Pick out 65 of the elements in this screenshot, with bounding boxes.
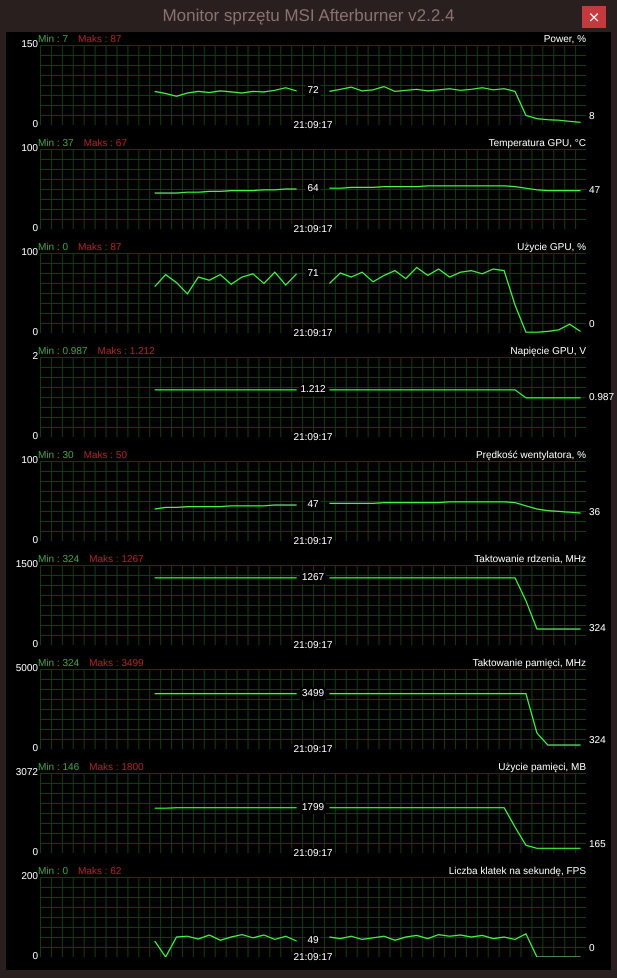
close-button[interactable]: × (582, 6, 606, 28)
graph-title: Liczba klatek na sekundę, FPS (448, 866, 586, 876)
current-value: 324 (589, 734, 606, 747)
graph-title: Temperatura GPU, °C (488, 138, 586, 148)
min-reading: Min : 0.987 (38, 346, 88, 356)
axis-label: 5000 (16, 663, 38, 675)
min-reading: Min : 30 (38, 450, 74, 460)
max-reading: Maks : 87 (78, 242, 122, 252)
max-reading: Maks : 1.212 (97, 346, 155, 356)
graph-title: Taktowanie rdzenia, MHz (474, 554, 586, 564)
graph-title: Prędkość wentylatora, % (476, 450, 586, 460)
axis-label: 3072 (16, 767, 38, 779)
axis-label: 0 (32, 431, 38, 443)
max-reading: Maks : 1800 (89, 762, 144, 772)
current-value: 0 (589, 318, 595, 331)
graph-title: Napięcie GPU, V (510, 346, 586, 356)
graph-title: Użycie GPU, % (517, 242, 586, 252)
value-label: 1267 (300, 570, 326, 584)
min-reading: Min : 324 (38, 658, 80, 668)
value-label: 72 (305, 84, 321, 97)
graph-title: Taktowanie pamięci, MHz (472, 658, 586, 668)
min-reading: Min : 7 (38, 34, 68, 44)
axis-label: 0 (32, 639, 38, 651)
max-reading: Maks : 3499 (89, 658, 144, 668)
value-label: 3499 (300, 686, 326, 700)
value-label: 64 (305, 182, 321, 195)
axis-label: 2 (32, 351, 38, 363)
max-reading: Maks : 50 (84, 450, 127, 460)
axis-label: 100 (21, 143, 38, 155)
min-reading: Min : 324 (38, 554, 80, 564)
max-reading: Maks : 87 (78, 34, 122, 44)
axis-label: 0 (32, 743, 38, 755)
value-label: 49 (305, 934, 321, 947)
axis-label: 150 (21, 39, 38, 51)
current-value: 165 (589, 838, 606, 851)
value-label: 1.212 (298, 382, 328, 396)
graph-title: Użycie pamięci, MB (498, 762, 586, 772)
axis-label: 1500 (16, 559, 38, 571)
current-value: 36 (589, 506, 600, 519)
axis-label: 200 (21, 871, 38, 883)
min-reading: Min : 0 (38, 242, 68, 252)
max-reading: Maks : 62 (78, 866, 122, 876)
current-value: 0.987 (589, 390, 614, 404)
current-value: 47 (589, 184, 600, 197)
min-reading: Min : 146 (38, 762, 80, 772)
value-label: 71 (305, 266, 321, 280)
axis-label: 0 (32, 847, 38, 859)
min-reading: Min : 37 (38, 138, 74, 148)
current-value: 0 (589, 942, 595, 955)
current-value: 324 (589, 622, 606, 635)
axis-label: 100 (21, 455, 38, 467)
graph-title: Power, % (544, 34, 586, 44)
current-value: 8 (589, 110, 595, 123)
axis-label: 100 (21, 247, 38, 259)
axis-label: 0 (32, 951, 38, 963)
window-title: Monitor sprzętu MSI Afterburner v2.2.4 (162, 6, 454, 26)
max-reading: Maks : 67 (84, 138, 127, 148)
axis-label: 0 (32, 535, 38, 547)
axis-label: 0 (32, 119, 38, 131)
axis-label: 0 (32, 223, 38, 235)
axis-label: 0 (32, 327, 38, 339)
value-label: 1799 (300, 800, 326, 814)
max-reading: Maks : 1267 (89, 554, 144, 564)
value-label: 47 (305, 498, 321, 511)
min-reading: Min : 0 (38, 866, 68, 876)
